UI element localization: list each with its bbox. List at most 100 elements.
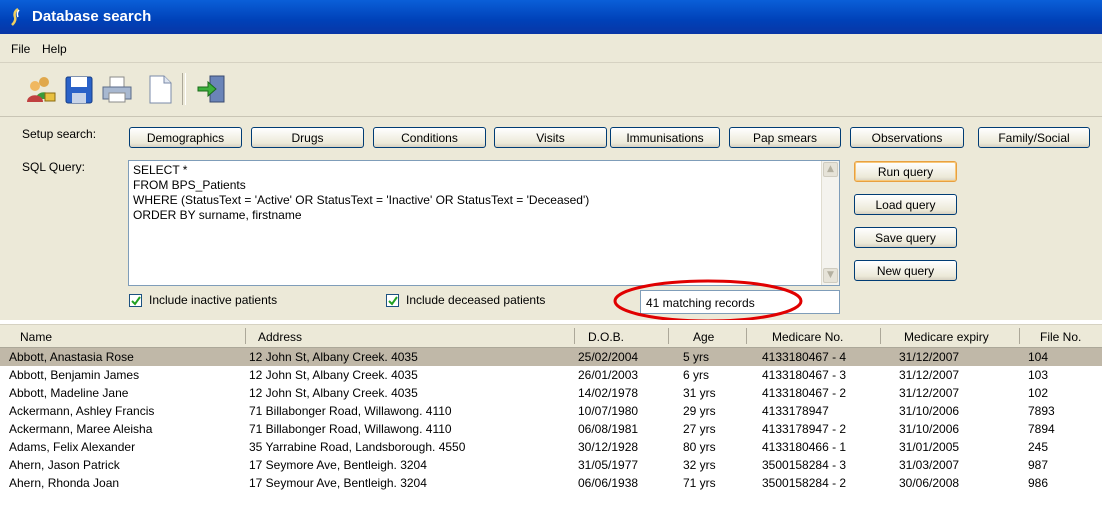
cell-name: Ahern, Jason Patrick: [9, 458, 120, 472]
col-separator[interactable]: [574, 328, 575, 344]
cell-file-no: 102: [1028, 386, 1049, 400]
col-separator[interactable]: [668, 328, 669, 344]
cell-address: 35 Yarrabine Road, Landsborough. 4550: [249, 440, 466, 454]
observations-button[interactable]: Observations: [850, 127, 964, 148]
cell-medicare-expiry: 30/06/2008: [899, 476, 960, 490]
exit-icon[interactable]: [195, 73, 229, 105]
save-icon[interactable]: [62, 73, 96, 105]
cell-age: 27 yrs: [683, 422, 716, 436]
run-query-button[interactable]: Run query: [854, 161, 957, 182]
cell-age: 80 yrs: [683, 440, 716, 454]
pap-smears-button[interactable]: Pap smears: [729, 127, 841, 148]
cell-dob: 06/06/1938: [578, 476, 639, 490]
col-age[interactable]: Age: [693, 330, 714, 344]
cell-name: Ahern, Rhonda Joan: [9, 476, 120, 490]
col-separator[interactable]: [880, 328, 881, 344]
new-query-button[interactable]: New query: [854, 260, 957, 281]
col-address[interactable]: Address: [258, 330, 302, 344]
table-row[interactable]: Ahern, Rhonda Joan 17 Seymour Ave, Bentle…: [0, 474, 1102, 492]
cell-name: Abbott, Madeline Jane: [9, 386, 129, 400]
cell-dob: 31/05/1977: [578, 458, 639, 472]
sql-line: ORDER BY surname, firstname: [133, 208, 302, 222]
cell-medicare-expiry: 31/12/2007: [899, 368, 960, 382]
cell-age: 5 yrs: [683, 350, 710, 364]
cell-dob: 25/02/2004: [578, 350, 639, 364]
include-deceased-checkbox[interactable]: [386, 294, 399, 307]
cell-dob: 10/07/1980: [578, 404, 639, 418]
cell-age: 32 yrs: [683, 458, 716, 472]
family-social-button[interactable]: Family/Social: [978, 127, 1090, 148]
users-icon[interactable]: [24, 73, 58, 105]
cell-medicare-expiry: 31/10/2006: [899, 404, 960, 418]
cell-medicare-expiry: 31/12/2007: [899, 386, 960, 400]
new-document-icon[interactable]: [143, 73, 177, 105]
setup-search-label: Setup search:: [22, 127, 97, 141]
cell-dob: 30/12/1928: [578, 440, 639, 454]
save-query-button[interactable]: Save query: [854, 227, 957, 248]
conditions-button[interactable]: Conditions: [373, 127, 486, 148]
menu-help[interactable]: Help: [42, 42, 67, 56]
print-icon[interactable]: [100, 73, 134, 105]
include-inactive-checkbox[interactable]: [129, 294, 142, 307]
menu-file[interactable]: File: [11, 42, 30, 56]
toolbar-separator: [182, 73, 186, 105]
col-name[interactable]: Name: [20, 330, 52, 344]
cell-age: 71 yrs: [683, 476, 716, 490]
cell-name: Abbott, Benjamin James: [9, 368, 140, 382]
col-medicare-no[interactable]: Medicare No.: [772, 330, 843, 344]
drugs-button[interactable]: Drugs: [251, 127, 364, 148]
cell-file-no: 987: [1028, 458, 1049, 472]
include-deceased-label[interactable]: Include deceased patients: [406, 293, 545, 307]
include-inactive-label[interactable]: Include inactive patients: [149, 293, 277, 307]
cell-name: Ackermann, Maree Aleisha: [9, 422, 153, 436]
cell-address: 71 Billabonger Road, Willawong. 4110: [249, 404, 452, 418]
cell-dob: 26/01/2003: [578, 368, 639, 382]
cell-medicare-no: 3500158284 - 3: [762, 458, 847, 472]
load-query-button[interactable]: Load query: [854, 194, 957, 215]
sql-line: WHERE (StatusText = 'Active' OR StatusTe…: [133, 193, 590, 207]
table-row[interactable]: Abbott, Benjamin James 12 John St, Albany…: [0, 366, 1102, 384]
col-medicare-expiry[interactable]: Medicare expiry: [904, 330, 989, 344]
cell-file-no: 245: [1028, 440, 1049, 454]
highlight-ellipse: [613, 279, 803, 323]
cell-address: 17 Seymore Ave, Bentleigh. 3204: [249, 458, 427, 472]
cell-medicare-no: 3500158284 - 2: [762, 476, 847, 490]
check-icon: [131, 296, 141, 306]
cell-name: Ackermann, Ashley Francis: [9, 404, 155, 418]
visits-button[interactable]: Visits: [494, 127, 607, 148]
table-row[interactable]: Abbott, Anastasia Rose 12 John St, Albany…: [0, 348, 1102, 366]
col-separator[interactable]: [746, 328, 747, 344]
sql-query-textarea[interactable]: SELECT * FROM BPS_Patients WHERE (Status…: [128, 160, 840, 286]
cell-medicare-no: 4133178947 - 2: [762, 422, 847, 436]
scroll-up-icon[interactable]: ▲: [823, 162, 838, 177]
col-file-no[interactable]: File No.: [1040, 330, 1081, 344]
app-icon: [11, 8, 20, 26]
cell-age: 29 yrs: [683, 404, 716, 418]
cell-name: Adams, Felix Alexander: [9, 440, 136, 454]
cell-medicare-no: 4133180467 - 4: [762, 350, 847, 364]
cell-medicare-expiry: 31/10/2006: [899, 422, 960, 436]
scroll-down-icon[interactable]: ▼: [823, 268, 838, 283]
title-bar: Database search: [0, 0, 1102, 34]
col-separator[interactable]: [245, 328, 246, 344]
table-row[interactable]: Ackermann, Ashley Francis 71 Billabonger …: [0, 402, 1102, 420]
cell-age: 31 yrs: [683, 386, 716, 400]
demographics-button[interactable]: Demographics: [129, 127, 242, 148]
col-separator[interactable]: [1019, 328, 1020, 344]
sql-query-label: SQL Query:: [22, 160, 85, 174]
table-row[interactable]: Ackermann, Maree Aleisha 71 Billabonger R…: [0, 420, 1102, 438]
cell-address: 12 John St, Albany Creek. 4035: [249, 368, 418, 382]
cell-file-no: 103: [1028, 368, 1049, 382]
sql-line: FROM BPS_Patients: [133, 178, 246, 192]
cell-address: 12 John St, Albany Creek. 4035: [249, 386, 418, 400]
table-row[interactable]: Ahern, Jason Patrick 17 Seymore Ave, Bent…: [0, 456, 1102, 474]
col-dob[interactable]: D.O.B.: [588, 330, 624, 344]
cell-medicare-no: 4133180467 - 3: [762, 368, 847, 382]
table-row[interactable]: Abbott, Madeline Jane 12 John St, Albany …: [0, 384, 1102, 402]
table-row[interactable]: Adams, Felix Alexander 35 Yarrabine Road,…: [0, 438, 1102, 456]
cell-address: 12 John St, Albany Creek. 4035: [249, 350, 418, 364]
cell-file-no: 986: [1028, 476, 1049, 490]
cell-name: Abbott, Anastasia Rose: [9, 350, 134, 364]
sql-scrollbar[interactable]: ▲ ▼: [821, 161, 839, 285]
immunisations-button[interactable]: Immunisations: [610, 127, 720, 148]
